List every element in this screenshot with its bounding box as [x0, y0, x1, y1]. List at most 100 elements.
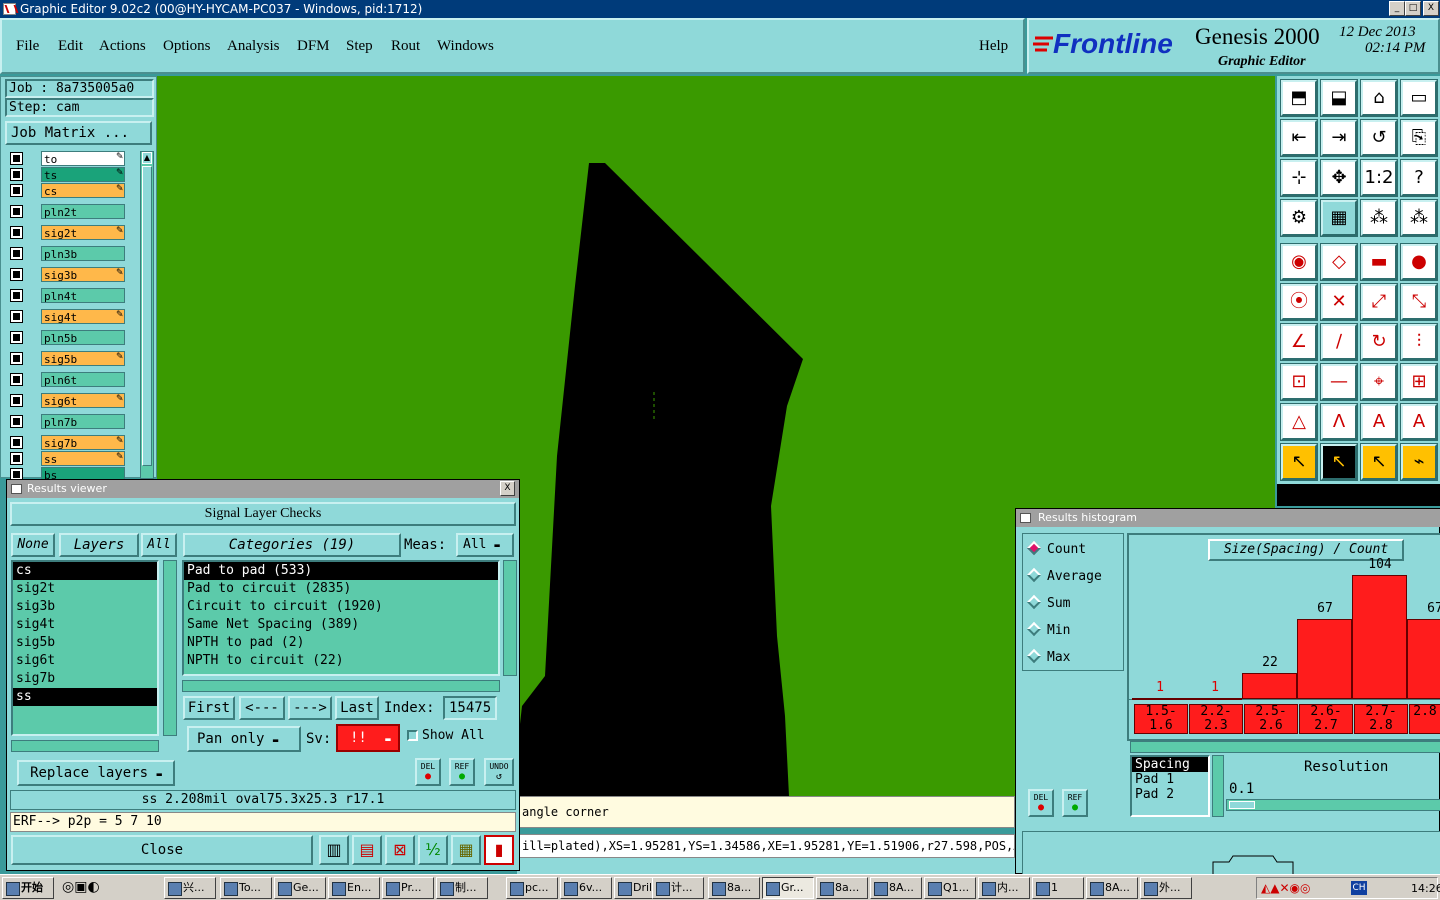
category-item[interactable]: Pad to circuit (2835) — [184, 580, 498, 598]
mirror-icon[interactable]: ⫶ — [1400, 323, 1438, 361]
taskbar-item[interactable]: 8A... — [1086, 877, 1138, 899]
quick-launch-icons[interactable]: ◎▣◐ — [62, 879, 100, 895]
layer-checkbox[interactable] — [10, 289, 23, 302]
hist-ref-button[interactable]: REF ● — [1062, 789, 1088, 817]
taskbar-item[interactable]: To... — [220, 877, 272, 899]
radio-icon[interactable] — [1026, 540, 1042, 556]
slash-icon[interactable]: ∕ — [1320, 323, 1358, 361]
taskbar-item[interactable]: En... — [328, 877, 380, 899]
layer-row-pln3b[interactable]: pln3b — [8, 246, 126, 261]
line-icon[interactable]: ◇ — [1320, 243, 1358, 281]
ruler-icon[interactable]: ▬ — [1360, 243, 1398, 281]
snap-red-icon[interactable]: ⁂ — [1400, 199, 1438, 237]
layer-checkbox[interactable] — [10, 436, 23, 449]
maximize-button[interactable]: □ — [1405, 1, 1421, 16]
layer-name[interactable]: cs — [41, 183, 125, 198]
categories-button[interactable]: Categories (19) — [183, 533, 401, 557]
taskbar-item[interactable]: 6v... — [560, 877, 612, 899]
result-layer-item[interactable]: sig6t — [13, 652, 157, 670]
arc-icon[interactable]: ↻ — [1360, 323, 1398, 361]
category-list[interactable]: Pad to pad (533) Pad to circuit (2835) Cir… — [182, 560, 500, 676]
layer-row-pln5b[interactable]: pln5b — [8, 330, 126, 345]
radio-icon[interactable] — [1026, 648, 1042, 664]
clipboard-icon[interactable]: ▥ — [319, 835, 349, 865]
menu-analysis[interactable]: Analysis — [227, 38, 280, 55]
taskbar-item[interactable]: 外... — [1140, 877, 1192, 899]
category-item[interactable]: NPTH to pad (2) — [184, 634, 498, 652]
ref-button[interactable]: REF ● — [449, 758, 475, 786]
layer-row-cs[interactable]: cs ✎ — [8, 183, 126, 198]
taskbar-item[interactable]: 计... — [652, 877, 704, 899]
angle-icon[interactable]: ∠ — [1280, 323, 1318, 361]
route-icon[interactable]: ⌁ — [1400, 443, 1438, 481]
layer-name[interactable]: sig3b — [41, 267, 125, 282]
taskbar-item[interactable]: 内... — [978, 877, 1030, 899]
layer-name[interactable]: ss — [41, 451, 125, 466]
tray-icons[interactable]: ◭▲✕◉◎ — [1261, 881, 1310, 895]
layer-name[interactable]: sig6t — [41, 393, 125, 408]
histogram-bar[interactable] — [1297, 619, 1352, 699]
layer-name[interactable]: sig7b — [41, 435, 125, 450]
category-item[interactable]: Same Net Spacing (389) — [184, 616, 498, 634]
layer-checkbox[interactable] — [10, 247, 23, 260]
radio-icon[interactable] — [1026, 567, 1042, 583]
scale-1-2-icon[interactable]: 1:2 — [1360, 159, 1398, 197]
taskbar-item[interactable]: Q1... — [924, 877, 976, 899]
field-spacing[interactable]: Spacing — [1132, 757, 1208, 772]
zoom-out-icon[interactable]: ⇥ — [1320, 119, 1358, 157]
layer-checkbox[interactable] — [10, 205, 23, 218]
report-icon[interactable]: ▤ — [352, 835, 382, 865]
taskbar-item[interactable]: 8A... — [870, 877, 922, 899]
layer-checkbox[interactable] — [10, 394, 23, 407]
pointer-icon[interactable]: ↖ — [1280, 443, 1318, 481]
result-layer-item[interactable]: cs — [13, 562, 157, 580]
layer-name[interactable]: pln2t — [41, 204, 125, 219]
layer-row-pln4t[interactable]: pln4t — [8, 288, 126, 303]
close-button[interactable]: X — [1423, 1, 1439, 16]
layer-checkbox[interactable] — [10, 268, 23, 281]
open-icon[interactable]: ⬒ — [1280, 79, 1318, 117]
minimize-button[interactable]: _ — [1389, 1, 1405, 16]
window-icon[interactable]: ▭ — [1400, 79, 1438, 117]
layer-name[interactable]: sig5b — [41, 351, 125, 366]
group-icon[interactable]: ⊞ — [1400, 363, 1438, 401]
fit-icon[interactable]: ⊹ — [1280, 159, 1318, 197]
rotate-icon[interactable]: ↺ — [1360, 119, 1398, 157]
histogram-hscroll[interactable] — [1130, 741, 1440, 753]
result-layer-item[interactable]: sig7b — [13, 670, 157, 688]
layer-name[interactable]: sig2t — [41, 225, 125, 240]
layer-checkbox[interactable] — [10, 352, 23, 365]
copy-icon[interactable]: ⤡ — [1400, 283, 1438, 321]
layer-row-pln2t[interactable]: pln2t — [8, 204, 126, 219]
index-field[interactable]: 15475 — [443, 696, 497, 720]
layer-name[interactable]: to — [41, 151, 125, 166]
layer-name[interactable]: sig4t — [41, 309, 125, 324]
mode-sum[interactable]: Sum — [1026, 594, 1070, 611]
resolution-slider-thumb[interactable] — [1229, 801, 1255, 809]
meas-select[interactable]: All ▬ — [456, 533, 514, 557]
layer-row-sig3b[interactable]: sig3b ✎ — [8, 267, 126, 282]
histogram-bar[interactable] — [1407, 619, 1440, 699]
minus-icon[interactable]: — — [1320, 363, 1358, 401]
home-icon[interactable]: ⌂ — [1360, 79, 1398, 117]
circle-icon[interactable]: ● — [1400, 243, 1438, 281]
next-button[interactable]: ---> — [288, 696, 332, 720]
layer-name[interactable]: pln5b — [41, 330, 125, 345]
undo-button[interactable]: UNDO ↺ — [484, 758, 514, 786]
histogram-bar[interactable] — [1187, 698, 1242, 700]
show-all-checkbox[interactable] — [407, 730, 418, 741]
radio-icon[interactable] — [1026, 621, 1042, 637]
all-layers-button[interactable]: All — [141, 533, 177, 557]
move-icon[interactable]: ⤢ — [1360, 283, 1398, 321]
settings-icon[interactable]: ⚙ — [1280, 199, 1318, 237]
connect-icon[interactable]: ⦿ — [1280, 283, 1318, 321]
layer-name[interactable]: ts — [41, 167, 125, 182]
mode-count[interactable]: Count — [1026, 540, 1086, 557]
histogram-bar[interactable] — [1242, 673, 1297, 699]
radio-icon[interactable] — [1026, 594, 1042, 610]
layer-scrollbar[interactable]: ▲ — [140, 151, 154, 479]
menu-dfm[interactable]: DFM — [297, 38, 330, 55]
help-icon[interactable]: ? — [1400, 159, 1438, 197]
menu-windows[interactable]: Windows — [437, 38, 494, 55]
menu-rout[interactable]: Rout — [391, 38, 420, 55]
